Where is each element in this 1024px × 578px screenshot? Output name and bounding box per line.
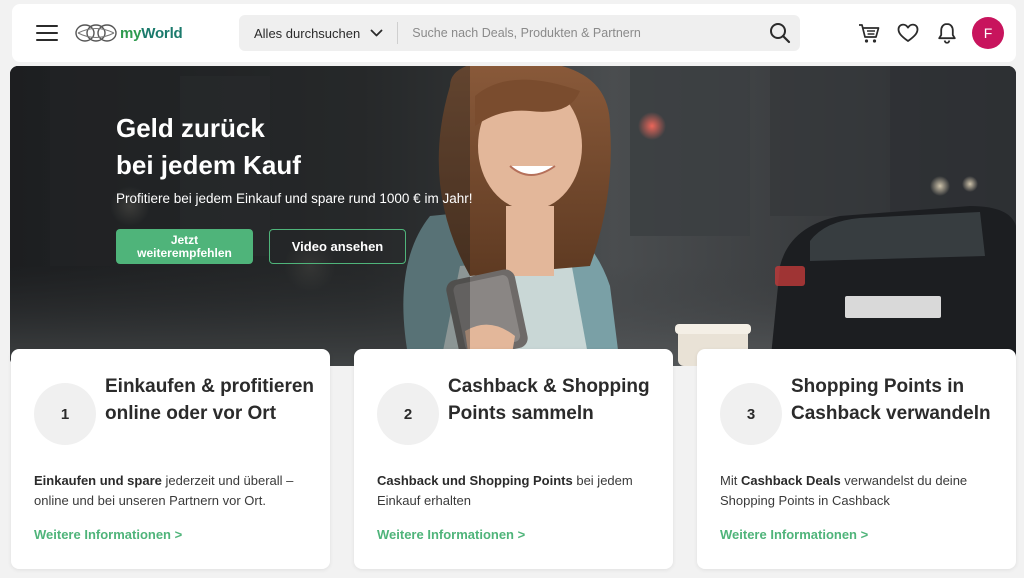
cart-icon[interactable]	[853, 17, 885, 49]
hero-title-line-1: Geld zurück	[116, 113, 265, 143]
step-number: 1	[34, 383, 96, 445]
search-scope-dropdown[interactable]: Alles durchsuchen	[239, 15, 397, 51]
step-number: 2	[377, 383, 439, 445]
more-info-link[interactable]: Weitere Informationen >	[377, 527, 525, 542]
hero-subtitle: Profitiere bei jedem Einkauf und spare r…	[116, 191, 473, 206]
card-title: Einkaufen & profitieren online oder vor …	[105, 376, 315, 424]
logo-text: myWorld	[120, 24, 183, 42]
top-header: myWorld Alles durchsuchen F	[12, 4, 1016, 62]
heart-icon[interactable]	[892, 17, 924, 49]
search-bar: Alles durchsuchen	[239, 15, 800, 51]
avatar[interactable]: F	[972, 17, 1004, 49]
watch-video-button[interactable]: Video ansehen	[269, 229, 406, 264]
step-card-1: 1 Einkaufen & profitieren online oder vo…	[11, 349, 330, 569]
menu-icon[interactable]	[36, 25, 58, 41]
header-actions: F	[846, 17, 1004, 49]
card-title: Cashback & Shopping Points sammeln	[448, 376, 650, 424]
hero-title-line-2: bei jedem Kauf	[116, 150, 301, 180]
search-input[interactable]	[398, 26, 760, 40]
recommend-button[interactable]: Jetzt weiterempfehlen	[116, 229, 253, 264]
search-icon[interactable]	[760, 15, 800, 51]
search-scope-label: Alles durchsuchen	[254, 25, 361, 41]
step-card-3: 3 Shopping Points in Cashback verwandeln…	[697, 349, 1016, 569]
logo[interactable]: myWorld	[74, 22, 183, 44]
step-number: 3	[720, 383, 782, 445]
card-title: Shopping Points in Cashback verwandeln	[791, 376, 991, 424]
card-description: Mit Cashback Deals verwandelst du deine …	[720, 473, 968, 508]
more-info-link[interactable]: Weitere Informationen >	[720, 527, 868, 542]
hero-title: Geld zurück bei jedem Kauf	[116, 110, 301, 184]
hero-banner: Geld zurück bei jedem Kauf Profitiere be…	[10, 66, 1016, 366]
more-info-link[interactable]: Weitere Informationen >	[34, 527, 182, 542]
card-description: Cashback und Shopping Points bei jedem E…	[377, 473, 633, 508]
step-card-2: 2 Cashback & Shopping Points sammeln Cas…	[354, 349, 673, 569]
chevron-down-icon	[370, 29, 383, 36]
card-description: Einkaufen und spare jederzeit und überal…	[34, 473, 294, 508]
bell-icon[interactable]	[931, 17, 963, 49]
logo-globe-icon	[75, 24, 117, 42]
